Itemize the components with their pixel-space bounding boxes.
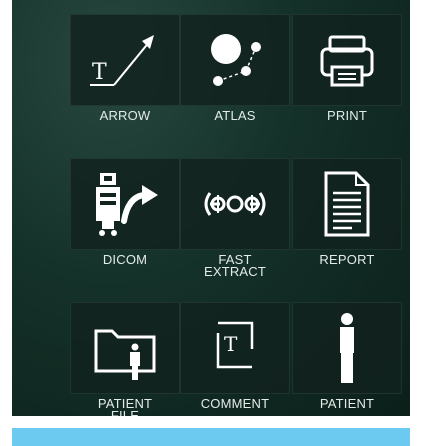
fast-extract-tile[interactable]: [180, 158, 290, 250]
comment-label: COMMENT: [200, 396, 270, 411]
print-label: PRINT: [327, 108, 367, 123]
patient-tool-button[interactable]: PATIENT: [292, 302, 402, 416]
accent-bar: [12, 428, 410, 446]
report-tile[interactable]: [292, 158, 402, 250]
comment-tool-button[interactable]: T COMMENT: [180, 302, 290, 416]
fast-extract-tool-button[interactable]: FAST EXTRACT: [180, 158, 290, 288]
print-tool-button[interactable]: PRINT: [292, 14, 402, 144]
print-tile[interactable]: [292, 14, 402, 106]
report-tool-button[interactable]: REPORT: [292, 158, 402, 288]
patient-file-icon: [94, 329, 156, 380]
patient-label: PATIENT: [319, 396, 375, 411]
printer-icon: [320, 35, 374, 87]
patient-tile[interactable]: [292, 302, 402, 394]
svg-text:T: T: [224, 332, 238, 356]
svg-text:T: T: [92, 60, 107, 85]
arrow-icon: T: [90, 35, 154, 86]
comment-icon: T: [216, 321, 254, 369]
arrow-tool-button[interactable]: T ARROW: [70, 14, 180, 144]
fast-extract-label: FAST EXTRACT: [203, 252, 267, 279]
fast-extract-icon: [204, 192, 266, 216]
comment-tile[interactable]: T: [180, 302, 290, 394]
atlas-tile[interactable]: [180, 14, 290, 106]
patient-file-tool-button[interactable]: PATIENT FILE: [70, 302, 180, 416]
patient-icon: [340, 313, 354, 383]
dicom-tile[interactable]: [70, 158, 180, 250]
dicom-tool-button[interactable]: DICOM: [70, 158, 180, 288]
screen: T ARROW ATLAS PRINT DICOM FAST EXTRACT R…: [0, 0, 422, 446]
atlas-tool-button[interactable]: ATLAS: [180, 14, 290, 144]
report-icon: [324, 171, 370, 237]
tool-panel: T ARROW ATLAS PRINT DICOM FAST EXTRACT R…: [12, 0, 410, 416]
atlas-icon: [211, 34, 261, 86]
arrow-tile[interactable]: T: [70, 14, 180, 106]
patient-file-tile[interactable]: [70, 302, 180, 394]
atlas-label: ATLAS: [214, 108, 256, 123]
report-label: REPORT: [319, 252, 375, 267]
dicom-export-icon: [96, 173, 158, 236]
